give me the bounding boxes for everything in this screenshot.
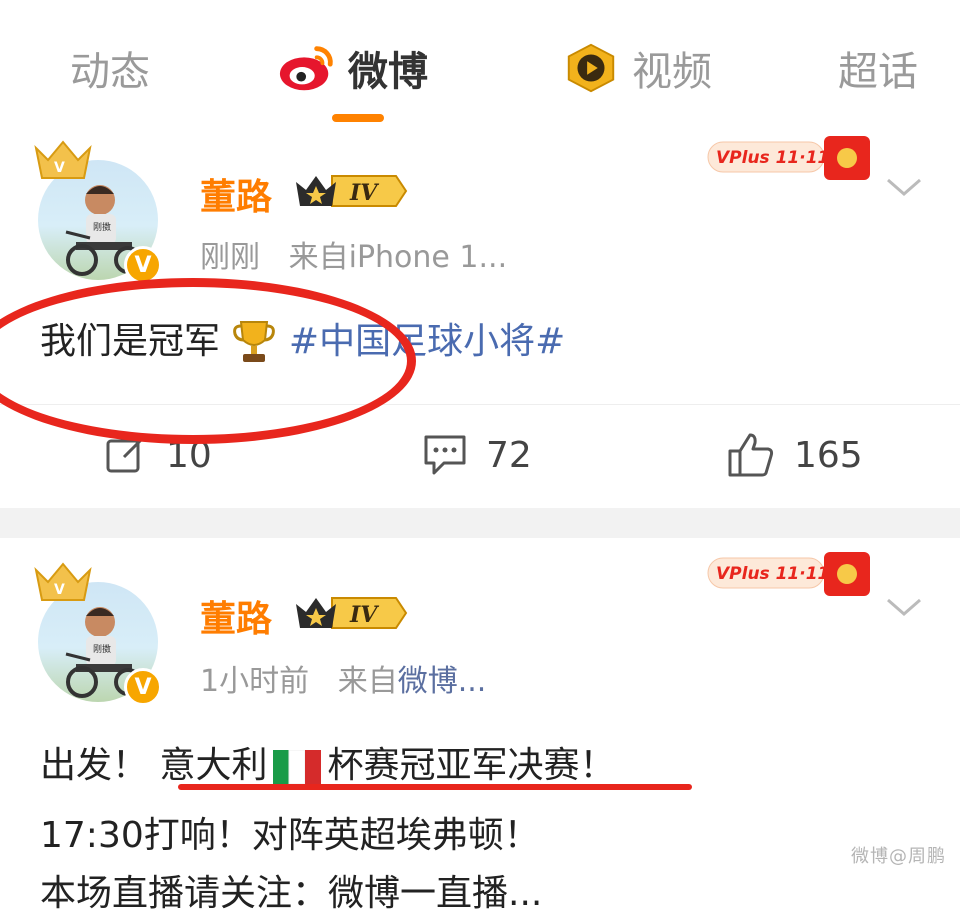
username[interactable]: 董路 xyxy=(200,168,272,220)
tab-dongtai[interactable]: 动态 xyxy=(70,40,150,96)
level-crown-badge-icon: V xyxy=(34,562,92,601)
chevron-down-icon[interactable] xyxy=(884,594,924,620)
vplus-promo-badge[interactable]: VPlus 11·11 xyxy=(706,132,882,190)
post-source: iPhone 1... xyxy=(348,240,508,275)
top-tab-bar: 动态 微博 视频 超话 xyxy=(0,0,960,131)
comment-button[interactable]: 72 xyxy=(422,429,532,481)
post-content-line1: 出发！ 意大利 杯赛冠亚军决赛！ xyxy=(40,736,616,788)
tab-label: 动态 xyxy=(70,49,150,95)
post-separator xyxy=(0,508,960,538)
annotation-red-underline xyxy=(178,784,692,790)
weibo-post: 刚擞 V V 董路 IV 1小时前 来自微博... VPlus 11·11 出发… xyxy=(0,538,960,914)
post-meta: 刚刚 来自iPhone 1... xyxy=(200,232,507,276)
tab-label: 微博 xyxy=(348,49,428,95)
svg-text:V: V xyxy=(54,160,65,176)
svg-text:刚擞: 刚擞 xyxy=(93,643,111,655)
svg-text:IV: IV xyxy=(349,602,379,628)
svg-text:VPlus 11·11: VPlus 11·11 xyxy=(716,148,829,168)
svg-text:V: V xyxy=(54,582,65,598)
active-tab-indicator xyxy=(332,114,384,122)
svg-text:IV: IV xyxy=(349,180,379,206)
source-prefix: 来自 xyxy=(288,240,349,275)
tab-video[interactable]: 视频 xyxy=(562,40,712,96)
tab-label: 视频 xyxy=(632,49,712,95)
post-text-highlight: 意大利 xyxy=(159,745,268,786)
like-button[interactable]: 165 xyxy=(726,429,863,481)
post-content-line2: 17:30打响！对阵英超埃弗顿！ xyxy=(40,815,540,856)
post-meta: 1小时前 来自微博... xyxy=(200,656,486,700)
username[interactable]: 董路 xyxy=(200,590,272,642)
chevron-down-icon[interactable] xyxy=(884,174,924,200)
avatar[interactable]: 刚擞 V V xyxy=(34,140,162,284)
vip-crown-badge-icon: IV xyxy=(296,597,408,629)
verified-v-icon: V xyxy=(124,668,162,706)
post-time: 刚刚 xyxy=(200,240,260,275)
post-time: 1小时前 xyxy=(200,664,310,699)
like-count: 165 xyxy=(794,434,863,476)
avatar[interactable]: 刚擞 V V xyxy=(34,562,162,706)
weibo-logo-icon xyxy=(279,46,333,91)
video-play-icon xyxy=(567,43,615,93)
italy-flag-icon xyxy=(273,750,322,784)
comment-count: 72 xyxy=(486,434,532,476)
svg-text:VPlus 11·11: VPlus 11·11 xyxy=(716,564,829,584)
tab-label: 超话 xyxy=(838,49,918,95)
post-source[interactable]: 微博... xyxy=(398,664,487,699)
tab-weibo[interactable]: 微博 xyxy=(278,40,428,96)
comment-icon xyxy=(424,435,466,475)
source-prefix: 来自 xyxy=(337,664,398,699)
post-content-line3: 本场直播请关注：微博一直播... xyxy=(40,873,543,914)
level-crown-badge-icon: V xyxy=(34,140,92,179)
watermark: 微博@周鹏 xyxy=(851,846,946,867)
post-text: 出发！ xyxy=(40,745,149,786)
tab-chaohua[interactable]: 超话 xyxy=(838,40,918,96)
svg-text:刚擞: 刚擞 xyxy=(93,221,111,233)
vplus-promo-badge[interactable]: VPlus 11·11 xyxy=(706,548,882,606)
post-text-highlight: 杯赛冠亚军决赛！ xyxy=(327,745,616,786)
thumbs-up-icon xyxy=(728,433,774,477)
vip-crown-badge-icon: IV xyxy=(296,175,408,207)
